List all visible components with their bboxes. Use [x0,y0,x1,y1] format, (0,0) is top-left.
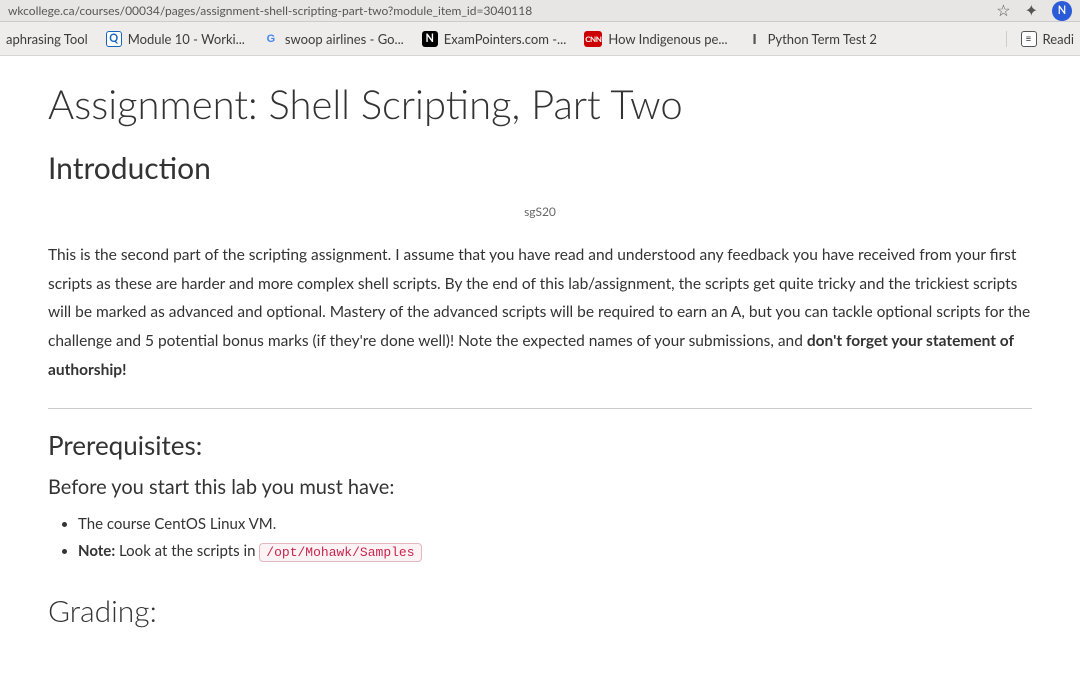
note-text: Look at the scripts in [115,542,259,560]
google-icon: G [263,31,279,47]
bookmark-label: aphrasing Tool [6,31,88,47]
exampointers-icon: N [422,31,438,47]
bookmark-module-10[interactable]: Q Module 10 - Worki... [106,31,245,47]
introduction-paragraph: This is the second part of the scripting… [48,241,1032,384]
reading-list-label: Readi [1043,31,1074,47]
address-bar: wkcollege.ca/courses/00034/pages/assignm… [0,0,1080,22]
quizlet-icon: Q [106,31,122,47]
page-title: Assignment: Shell Scripting, Part Two [48,80,1032,128]
bookmark-label: ExamPointers.com -... [444,31,567,47]
list-item: The course CentOS Linux VM. [78,511,1032,538]
bookmark-paraphrasing-tool[interactable]: aphrasing Tool [6,31,88,47]
bookmark-swoop-airlines[interactable]: G swoop airlines - Go... [263,31,404,47]
bookmark-label: swoop airlines - Go... [285,31,404,47]
reading-list-icon: ≡ [1021,31,1037,47]
bookmark-indigenous[interactable]: CNN How Indigenous pe... [584,31,727,47]
page-content: Assignment: Shell Scripting, Part Two In… [0,56,1080,687]
bookmark-label: Module 10 - Worki... [128,31,245,47]
list-item: Note: Look at the scripts in /opt/Mohawk… [78,538,1032,565]
profile-badge[interactable]: N [1052,1,1072,21]
bookmark-exampointers[interactable]: N ExamPointers.com -... [422,31,567,47]
note-label: Note: [78,542,115,560]
bookmark-label: Python Term Test 2 [768,31,877,47]
prerequisites-list: The course CentOS Linux VM. Note: Look a… [48,511,1032,565]
course-tag: sgS20 [48,204,1032,219]
url-text: wkcollege.ca/courses/00034/pages/assignm… [8,3,532,18]
bookmark-label: How Indigenous pe... [608,31,727,47]
bookmark-star-icon[interactable]: ☆ [996,1,1010,20]
code-path: /opt/Mohawk/Samples [259,543,421,562]
grading-heading-cutoff: Grading: [48,593,1032,629]
bookmarks-bar: aphrasing Tool Q Module 10 - Worki... G … [0,22,1080,56]
python-test-icon: ||| [746,31,762,47]
prerequisites-subheading: Before you start this lab you must have: [48,475,1032,499]
bookmark-python-test[interactable]: ||| Python Term Test 2 [746,31,877,47]
prerequisites-heading: Prerequisites: [48,429,1032,461]
extensions-icon[interactable]: ✦ [1025,1,1038,20]
cnn-icon: CNN [584,31,602,47]
divider [48,408,1032,409]
introduction-heading: Introduction [48,150,1032,186]
reading-list-button[interactable]: ≡ Readi [1006,31,1074,47]
